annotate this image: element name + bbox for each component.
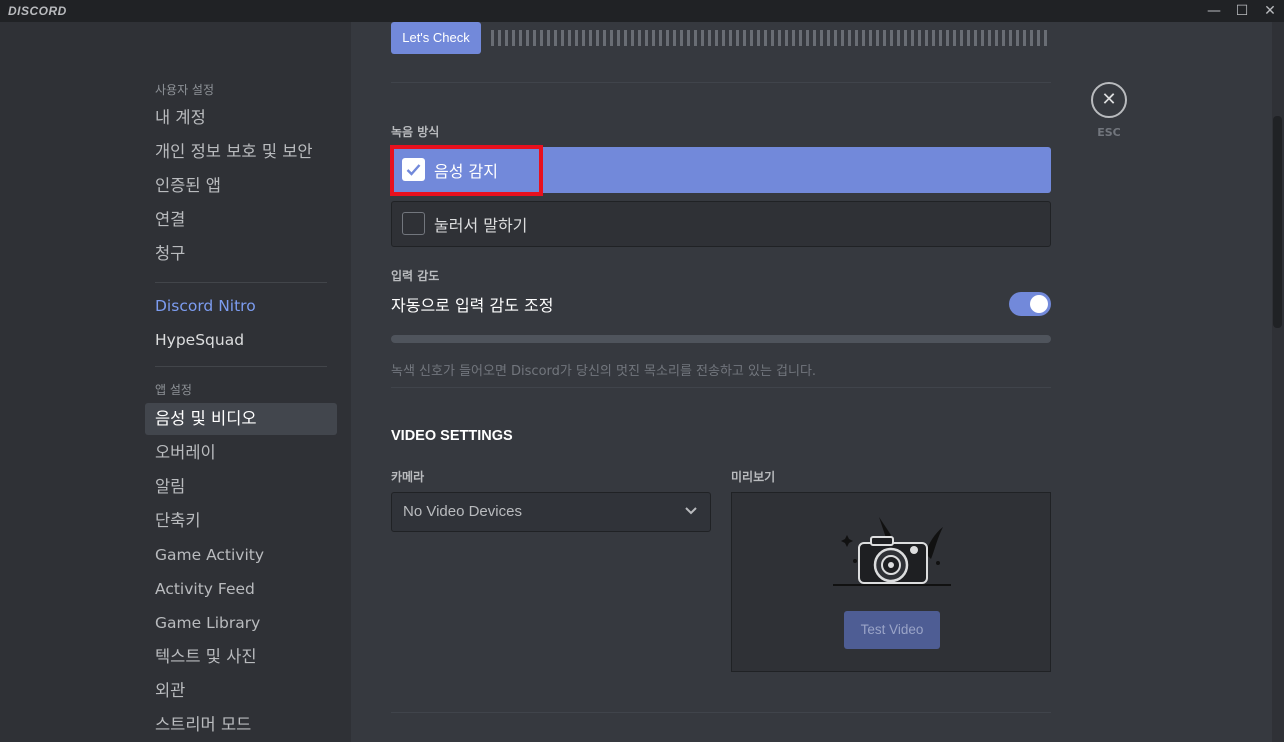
video-preview: Test Video	[731, 492, 1051, 672]
sidebar-item-privacy-safety[interactable]: 개인 정보 보호 및 보안	[145, 136, 337, 168]
sidebar-item-hypesquad[interactable]: HypeSquad	[145, 324, 337, 356]
content-scrollbar[interactable]	[1272, 22, 1284, 742]
video-settings-heading: VIDEO SETTINGS	[391, 428, 513, 444]
sidebar-divider	[155, 366, 327, 367]
sidebar-item-authorized-apps[interactable]: 인증된 앱	[145, 170, 337, 202]
mic-test-meter	[491, 30, 1051, 46]
toggle-knob	[1030, 295, 1048, 313]
preview-label: 미리보기	[731, 470, 776, 484]
section-divider	[391, 387, 1051, 388]
sidebar-item-appearance[interactable]: 외관	[145, 675, 337, 707]
scrollbar-thumb[interactable]	[1273, 116, 1282, 328]
app-settings-category: 앱 설정	[155, 383, 192, 397]
sidebar-item-game-activity[interactable]: Game Activity	[145, 539, 337, 571]
close-settings-button[interactable]: ✕	[1091, 82, 1127, 118]
auto-sensitivity-label: 자동으로 입력 감도 조정	[391, 296, 554, 315]
section-divider	[391, 712, 1051, 713]
auto-sensitivity-toggle[interactable]	[1009, 292, 1051, 316]
sidebar-item-keybinds[interactable]: 단축키	[145, 505, 337, 537]
sensitivity-slider	[391, 335, 1051, 343]
maximize-icon[interactable]: ☐	[1227, 0, 1257, 22]
chevron-down-icon	[685, 507, 697, 515]
camera-select-value: No Video Devices	[403, 503, 522, 520]
settings-sidebar: 사용자 설정 내 계정 개인 정보 보호 및 보안 인증된 앱 연결 청구 Di…	[0, 22, 351, 742]
sidebar-divider	[155, 282, 327, 283]
user-settings-category: 사용자 설정	[155, 83, 215, 97]
checkbox-empty-icon	[402, 212, 425, 235]
close-icon: ✕	[1101, 89, 1117, 110]
sidebar-item-streamer-mode[interactable]: 스트리머 모드	[145, 709, 337, 741]
sidebar-item-voice-video[interactable]: 음성 및 비디오	[145, 403, 337, 435]
lets-check-button[interactable]: Let's Check	[391, 22, 481, 54]
camera-label: 카메라	[391, 470, 425, 484]
input-sensitivity-label: 입력 감도	[391, 269, 440, 283]
sidebar-item-billing[interactable]: 청구	[145, 238, 337, 270]
sidebar-item-game-library[interactable]: Game Library	[145, 607, 337, 639]
sidebar-item-notifications[interactable]: 알림	[145, 471, 337, 503]
close-window-icon[interactable]: ✕	[1255, 0, 1284, 22]
voice-video-settings: Let's Check 녹음 방식 음성 감지 눌러서 말하기 입력 감도 자동…	[351, 22, 1284, 742]
sensitivity-note: 녹색 신호가 들어오면 Discord가 당신의 멋진 목소리를 전송하고 있는…	[391, 364, 817, 379]
title-bar: DISCORD — ☐ ✕	[0, 0, 1284, 22]
camera-illustration-icon	[833, 517, 951, 586]
sidebar-item-activity-feed[interactable]: Activity Feed	[145, 573, 337, 605]
push-to-talk-option[interactable]: 눌러서 말하기	[391, 201, 1051, 247]
input-mode-label: 녹음 방식	[391, 125, 440, 139]
esc-label: ESC	[1097, 126, 1121, 139]
discord-logo: DISCORD	[8, 4, 67, 18]
sidebar-item-my-account[interactable]: 내 계정	[145, 102, 337, 134]
sidebar-item-text-images[interactable]: 텍스트 및 사진	[145, 641, 337, 673]
minimize-icon[interactable]: —	[1199, 0, 1229, 22]
highlight-box	[390, 145, 543, 196]
push-to-talk-label: 눌러서 말하기	[434, 216, 528, 235]
camera-select[interactable]: No Video Devices	[391, 492, 711, 532]
sidebar-item-connections[interactable]: 연결	[145, 204, 337, 236]
sidebar-item-overlay[interactable]: 오버레이	[145, 437, 337, 469]
test-video-button[interactable]: Test Video	[844, 611, 940, 649]
section-divider	[391, 82, 1051, 83]
sidebar-item-nitro[interactable]: Discord Nitro	[145, 290, 337, 322]
